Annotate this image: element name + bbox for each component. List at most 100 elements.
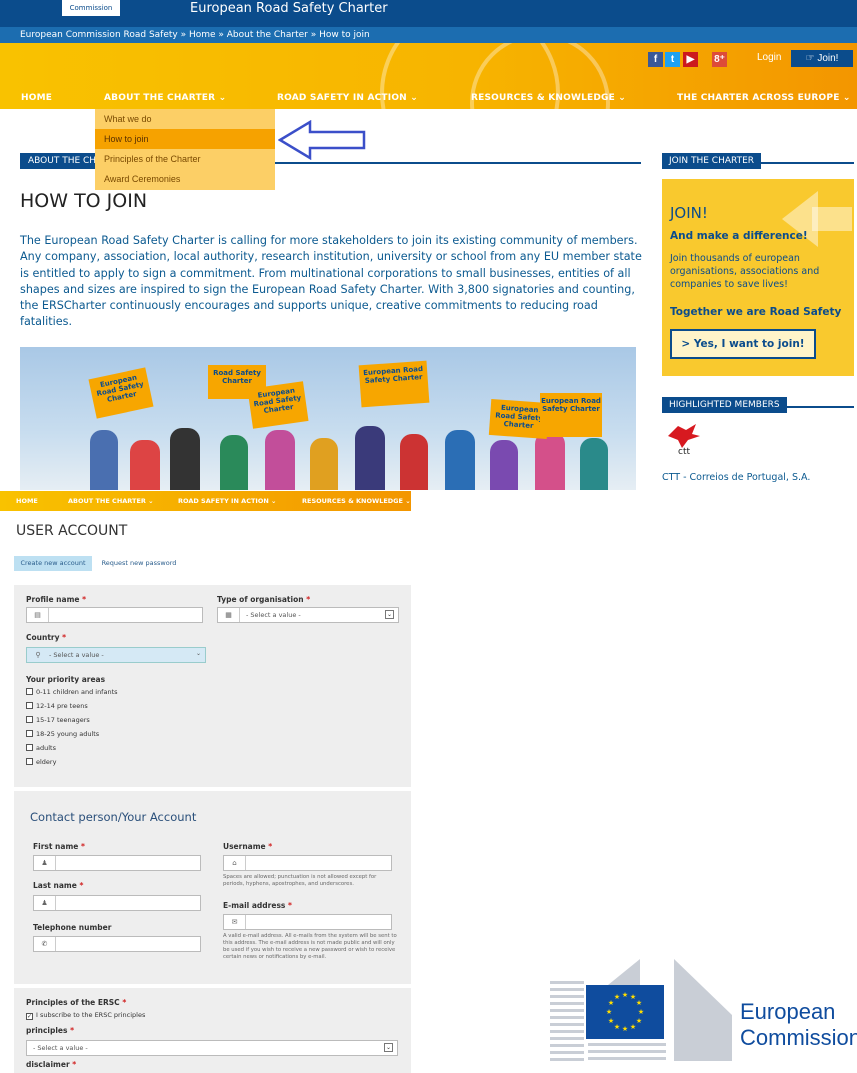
photo-person [130,440,160,490]
profile-name-input[interactable]: ▤ [26,607,203,623]
svg-text:★: ★ [638,1008,644,1016]
org-type-label: Type of organisation * [217,595,311,604]
page-title: HOW TO JOIN [20,190,148,212]
european-commission-logo: ★ ★ ★ ★ ★ ★ ★ ★ ★ ★ ★ ★ European Commission [548,955,857,1073]
username-input[interactable]: ⌂ [223,855,392,871]
tab-request-password[interactable]: Request new password [96,556,182,571]
site-title[interactable]: European Road Safety Charter [190,1,388,16]
first-name-input[interactable]: ♟ [33,855,201,871]
photo-person [170,428,200,490]
eu-logo-text-line2: Commission [740,1025,857,1050]
mini-nav-about[interactable]: ABOUT THE CHARTER ⌄ [68,497,154,505]
subscribe-checkbox[interactable]: ✓ I subscribe to the ERSC principles [26,1011,145,1020]
mini-nav-action[interactable]: ROAD SAFETY IN ACTION ⌄ [178,497,277,505]
user-icon: ♟ [34,856,56,870]
join-box: JOIN! And make a difference! Join thousa… [662,179,854,376]
principles-head-label: Principles of the ERSC * [26,998,127,1007]
menu-item-principles[interactable]: Principles of the Charter [95,149,275,169]
nav-charter-across-europe[interactable]: THE CHARTER ACROSS EUROPE ⌄ [677,93,851,103]
yes-join-button[interactable]: > Yes, I want to join! [670,329,816,359]
checkbox[interactable] [26,730,33,737]
photo-person [535,432,565,490]
country-value: - Select a value - [49,651,104,659]
checkbox[interactable] [26,744,33,751]
join-box-slogan: Together we are Road Safety [670,306,842,318]
youtube-icon[interactable]: ▶ [683,52,698,67]
nav-home[interactable]: HOME [21,93,52,103]
country-label: Country * [26,633,67,642]
mini-nav-home[interactable]: HOME [16,497,38,505]
join-the-charter-heading: JOIN THE CHARTER [662,148,854,169]
chevron-down-icon: ⌄ [384,1043,393,1052]
join-box-title: JOIN! [670,204,708,222]
googleplus-icon[interactable]: 8⁺ [712,52,727,67]
svg-text:★: ★ [608,1017,614,1025]
priority-checkbox[interactable]: adults [26,744,56,752]
menu-item-how-to-join[interactable]: How to join [95,129,275,149]
twitter-icon[interactable]: t [665,52,680,67]
email-input[interactable]: ✉ [223,914,392,930]
member-name[interactable]: CTT - Correios de Portugal, S.A. [662,472,810,483]
priority-checkbox[interactable]: 18-25 young adults [26,730,99,738]
nav-road-safety-in-action[interactable]: ROAD SAFETY IN ACTION ⌄ [277,93,418,103]
priority-checkbox[interactable]: 15-17 teenagers [26,716,90,724]
principles-select[interactable]: - Select a value - ⌄ [26,1040,398,1056]
top-banner: Commission European Road Safety Charter [0,0,857,27]
svg-text:★: ★ [614,993,620,1001]
photo-person [445,430,475,490]
photo-person [265,430,295,490]
photo-person [220,435,248,490]
facebook-icon[interactable]: f [648,52,663,67]
checkbox[interactable] [26,688,33,695]
priority-checkbox[interactable]: 0-11 children and infants [26,688,118,696]
svg-text:★: ★ [614,1023,620,1031]
photo-person [355,426,385,490]
join-button[interactable]: ☞ Join! [791,50,853,67]
user-icon: ♟ [34,896,56,910]
photo-person [490,440,518,490]
first-name-label: First name * [33,842,85,851]
left-arrow-annotation-icon [278,120,366,160]
crowd-photo: European Road Safety Charter Road Safety… [20,347,636,490]
contact-title: Contact person/Your Account [30,810,197,824]
ctt-logo-icon[interactable]: ctt [664,422,704,456]
eu-flag-icon: ★ ★★ ★★★ ★★★ ★★★ [586,985,664,1039]
chevron-down-icon: ⌄ [195,650,201,657]
checkbox[interactable] [26,758,33,765]
menu-item-award-ceremonies[interactable]: Award Ceremonies [95,169,275,189]
disclaimer-label: disclaimer * [26,1060,77,1069]
nav-resources[interactable]: RESOURCES & KNOWLEDGE ⌄ [471,93,626,103]
about-dropdown-menu: What we do How to join Principles of the… [95,109,275,190]
org-type-select[interactable]: ▦ - Select a value - ⌄ [217,607,399,623]
telephone-input[interactable]: ✆ [33,936,201,952]
thumb-icon: ☞ [805,53,818,64]
photo-person [400,434,428,490]
contact-panel: Contact person/Your Account First name *… [14,791,411,984]
tab-create-account[interactable]: Create new account [14,556,92,571]
photo-sign: European Road Safety Charter [247,381,309,429]
map-pin-icon: ⚲ [35,651,41,659]
priority-checkbox[interactable]: eldery [26,758,56,766]
country-select[interactable]: ⚲ - Select a value - ⌄ [26,647,206,663]
photo-sign: European Road Safety Charter [358,360,430,408]
login-link[interactable]: Login [757,52,781,63]
join-box-text: Join thousands of european organisations… [670,253,820,290]
nav-about[interactable]: ABOUT THE CHARTER ⌄ [104,93,226,103]
eu-logo-text-line1: European [740,999,836,1024]
mini-navigation: HOME ABOUT THE CHARTER ⌄ ROAD SAFETY IN … [0,491,411,511]
checked-box-icon[interactable]: ✓ [26,1013,33,1020]
checkbox[interactable] [26,702,33,709]
checkbox[interactable] [26,716,33,723]
menu-item-what-we-do[interactable]: What we do [95,109,275,129]
breadcrumb[interactable]: European Commission Road Safety » Home »… [0,27,857,43]
priority-checkbox[interactable]: 12-14 pre teens [26,702,88,710]
commission-logo[interactable]: Commission [62,0,120,16]
user-account-title: USER ACCOUNT [16,523,128,539]
join-button-label: Join! [817,53,839,64]
photo-person [90,430,118,490]
mini-nav-resources[interactable]: RESOURCES & KNOWLEDGE ⌄ [302,497,411,505]
profile-name-label: Profile name * [26,595,87,604]
org-type-value: - Select a value - [246,611,301,619]
last-name-input[interactable]: ♟ [33,895,201,911]
photo-person [580,438,608,490]
